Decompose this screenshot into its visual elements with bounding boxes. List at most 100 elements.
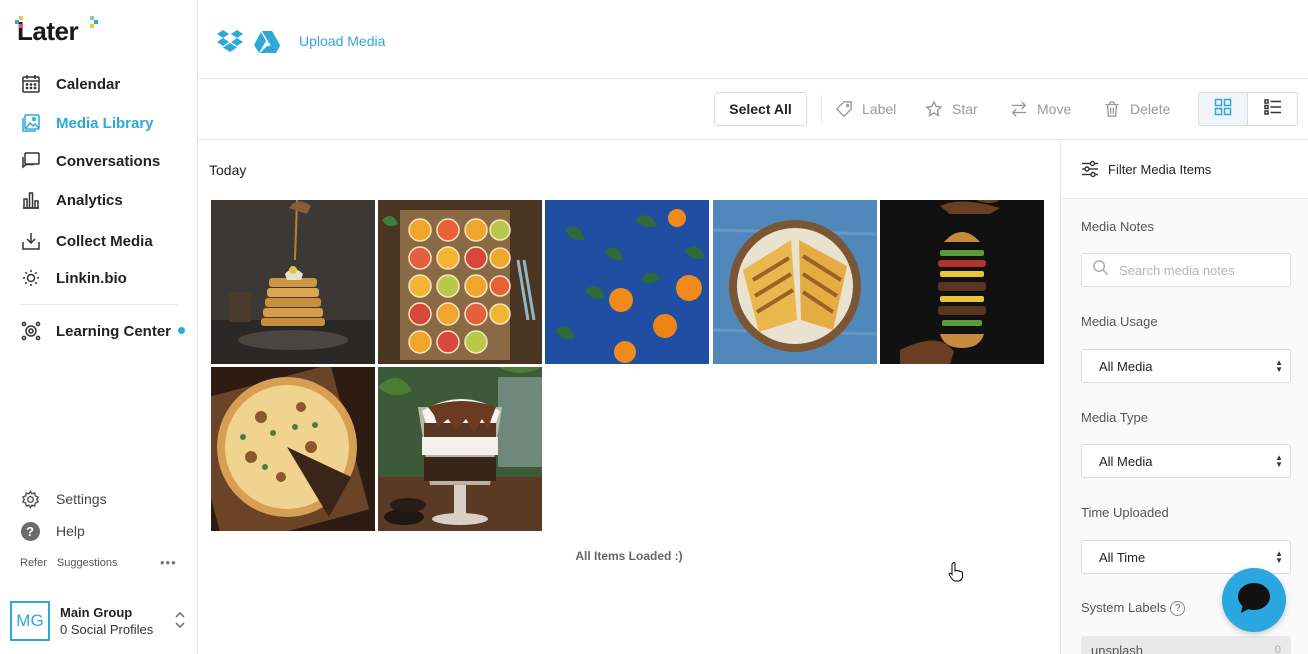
sidebar-item-label: Media Library (56, 114, 154, 132)
system-labels-title: System Labels (1081, 600, 1167, 615)
media-type-value: All Media (1099, 453, 1153, 469)
trash-icon (1102, 99, 1122, 119)
media-usage-select[interactable]: All Media ▲ ▼ (1081, 349, 1291, 383)
toolbar-divider (821, 95, 822, 123)
top-bar: Upload Media (198, 0, 1308, 79)
chat-bubble-icon (1236, 581, 1272, 620)
star-icon (924, 99, 944, 119)
media-usage-value: All Media (1099, 358, 1153, 374)
group-profile-count: 0 Social Profiles (60, 622, 154, 637)
group-info: Main Group 0 Social Profiles (60, 604, 153, 638)
filter-panel-header[interactable]: Filter Media Items (1061, 140, 1308, 199)
gear-icon (20, 489, 40, 509)
avatar: MG (10, 601, 50, 641)
logo-pixel-mark (15, 16, 25, 28)
grid-view-button[interactable] (1199, 93, 1249, 125)
new-indicator-dot (178, 327, 185, 334)
media-thumbnail-pizza[interactable] (211, 367, 375, 531)
media-thumbnail-chocolate-dessert[interactable] (378, 367, 542, 531)
upload-media-link[interactable]: Upload Media (299, 33, 385, 49)
nav-divider (20, 304, 178, 305)
later-logo[interactable]: Later (15, 14, 98, 48)
chat-icon (20, 150, 42, 172)
help-icon: ? (20, 521, 40, 541)
group-name: Main Group (60, 605, 133, 620)
calendar-icon (20, 73, 42, 95)
sidebar-item-conversations[interactable]: Conversations (20, 146, 190, 176)
label-button-text: Label (862, 101, 897, 117)
live-chat-button[interactable] (1222, 568, 1286, 632)
media-notes-label: Media Notes (1081, 219, 1154, 234)
more-options-icon[interactable]: ••• (160, 555, 177, 570)
delete-button[interactable]: Delete (1102, 92, 1170, 126)
media-thumbnail-oranges-on-blue[interactable] (545, 200, 709, 364)
logo-text: Later (17, 15, 79, 46)
list-view-icon (1263, 98, 1282, 121)
move-button-text: Move (1037, 101, 1072, 117)
date-group-heading: Today (209, 162, 247, 178)
media-thumbnail-pancakes[interactable] (211, 200, 375, 364)
settings-label: Settings (56, 491, 107, 507)
chevron-up-down-icon (174, 610, 186, 632)
media-thumbnail-grilled-sandwich[interactable] (713, 200, 877, 364)
select-all-button[interactable]: Select All (714, 92, 807, 126)
help-label: Help (56, 523, 85, 539)
media-type-select[interactable]: All Media ▲ ▼ (1081, 444, 1291, 478)
media-grid-area: Today All Items Loaded:) (198, 140, 1060, 654)
settings-link[interactable]: Settings (20, 487, 107, 511)
media-toolbar: Select All Label Star Move Delete (198, 79, 1308, 140)
dropbox-icon[interactable] (216, 29, 244, 55)
select-arrows-icon: ▲ ▼ (1275, 549, 1283, 565)
sidebar-item-label: Conversations (56, 152, 161, 170)
sidebar: Later Calendar Media Library Conversatio… (0, 0, 198, 654)
view-mode-toggle (1198, 92, 1298, 126)
move-button[interactable]: Move (1009, 92, 1071, 126)
star-button-text: Star (952, 101, 978, 117)
sidebar-item-analytics[interactable]: Analytics (20, 185, 190, 215)
system-label-item[interactable]: unsplash 0 (1081, 636, 1291, 654)
time-uploaded-value: All Time (1099, 549, 1146, 565)
filter-panel-title: Filter Media Items (1108, 161, 1212, 177)
media-notes-input[interactable] (1119, 262, 1279, 278)
sidebar-item-learning-center[interactable]: Learning Center (20, 316, 190, 346)
sidebar-item-calendar[interactable]: Calendar (20, 69, 190, 99)
sidebar-item-label: Analytics (56, 191, 123, 209)
system-label-count: 0 (1274, 644, 1281, 654)
media-usage-label: Media Usage (1081, 314, 1158, 329)
system-label-name: unsplash (1091, 643, 1144, 654)
refer-link[interactable]: Refer (20, 557, 47, 569)
select-arrows-icon: ▲ ▼ (1275, 358, 1283, 374)
label-button[interactable]: Label (834, 92, 896, 126)
question-circle-icon[interactable]: ? (1170, 601, 1186, 617)
image-icon (20, 112, 42, 134)
all-items-loaded-message: All Items Loaded :) (575, 549, 683, 563)
media-thumbnail-citrus-slices[interactable] (378, 200, 542, 364)
sidebar-item-collect-media[interactable]: Collect Media (20, 226, 190, 256)
suggestions-link[interactable]: Suggestions (57, 557, 118, 569)
download-tray-icon (20, 230, 42, 252)
sidebar-item-linkin-bio[interactable]: Linkin.bio (20, 263, 190, 293)
swap-arrows-icon (1009, 99, 1029, 119)
footer-links: Refer Suggestions (20, 557, 117, 569)
list-view-button[interactable] (1248, 93, 1297, 125)
sidebar-item-label: Linkin.bio (56, 269, 127, 287)
google-drive-icon[interactable] (253, 29, 281, 55)
star-button[interactable]: Star (924, 92, 978, 126)
grid-view-icon (1214, 98, 1232, 121)
sidebar-item-label: Collect Media (56, 232, 153, 250)
sidebar-item-media-library[interactable]: Media Library (20, 108, 190, 138)
media-type-label: Media Type (1081, 410, 1148, 425)
help-link[interactable]: ? Help (20, 519, 85, 543)
group-switcher[interactable]: MG Main Group 0 Social Profiles (10, 600, 190, 642)
hand-pointer-cursor-icon (948, 562, 964, 587)
system-labels-heading: System Labels? (1081, 600, 1186, 617)
time-uploaded-label: Time Uploaded (1081, 505, 1169, 520)
link-bio-icon (20, 267, 42, 289)
delete-button-text: Delete (1130, 101, 1171, 117)
tag-icon (834, 99, 854, 119)
select-arrows-icon: ▲ ▼ (1275, 453, 1283, 469)
sliders-icon (1081, 160, 1099, 178)
media-thumbnail-floating-burger[interactable] (880, 200, 1044, 364)
media-notes-search[interactable] (1081, 253, 1291, 287)
search-icon (1092, 259, 1109, 281)
